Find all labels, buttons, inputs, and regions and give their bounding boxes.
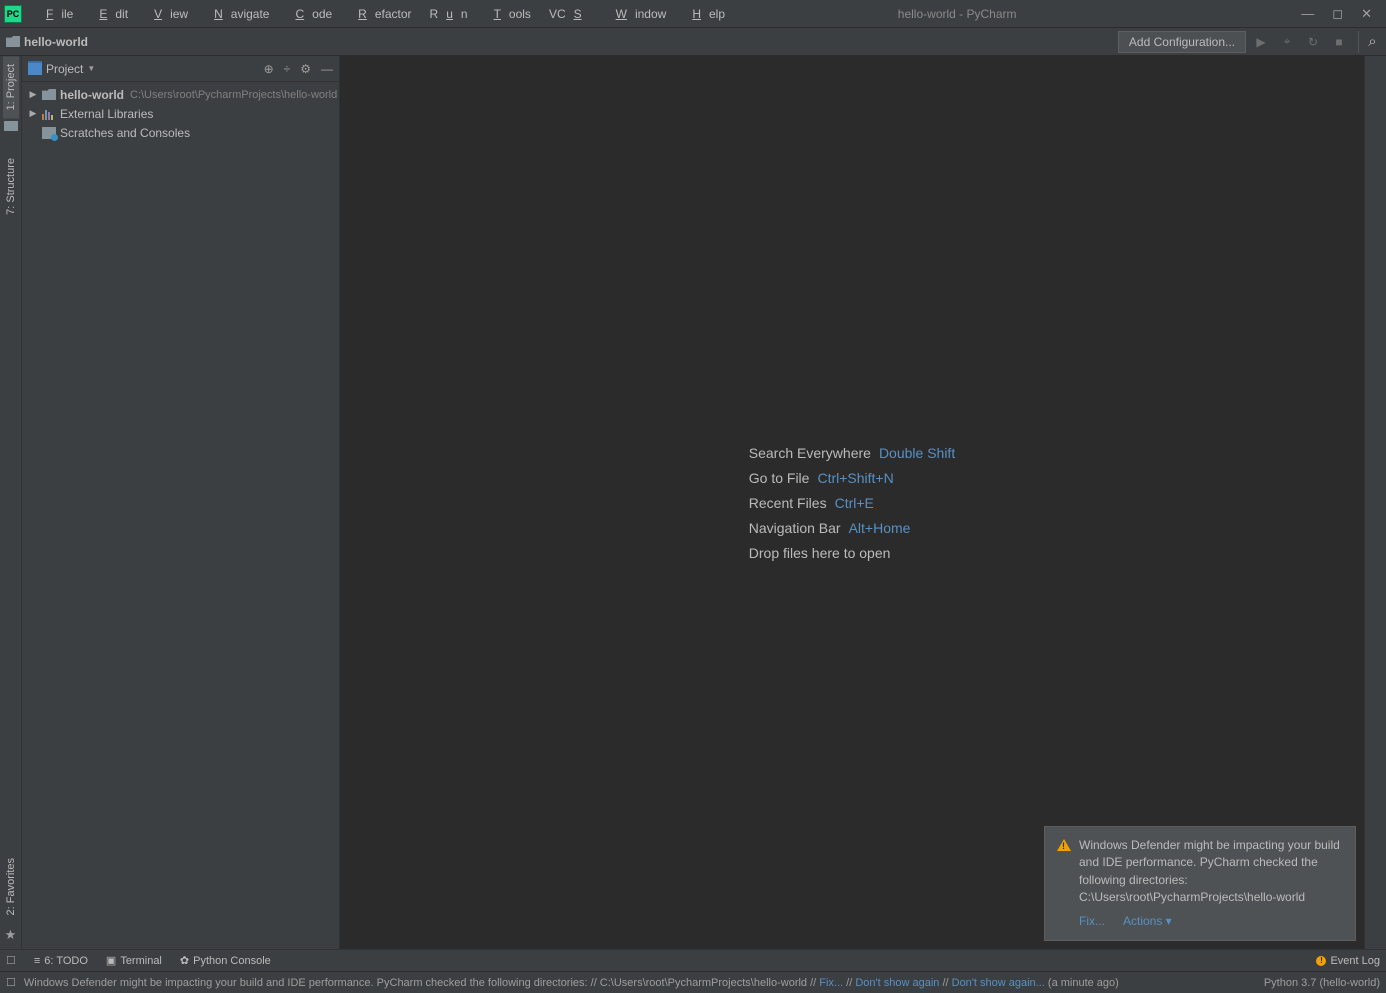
minimize-button[interactable]: — bbox=[1301, 6, 1314, 22]
tree-scratches-label: Scratches and Consoles bbox=[60, 126, 190, 140]
menu-view[interactable]: View bbox=[138, 4, 196, 24]
nav-toolbar: hello-world Add Configuration... ▶ ⌖ ↻ ■… bbox=[0, 28, 1386, 56]
debug-icon[interactable]: ⌖ bbox=[1276, 31, 1298, 53]
breadcrumb[interactable]: hello-world bbox=[6, 35, 88, 49]
tab-event-log[interactable]: Event Log bbox=[1330, 955, 1380, 967]
folder-stripe-icon bbox=[4, 118, 18, 132]
stop-icon[interactable]: ■ bbox=[1328, 31, 1350, 53]
libraries-icon bbox=[42, 108, 56, 120]
notification-fix-link[interactable]: Fix... bbox=[1079, 913, 1105, 930]
statusbar-interpreter[interactable]: Python 3.7 (hello-world) bbox=[1264, 977, 1380, 989]
star-icon: ★ bbox=[3, 927, 19, 943]
chevron-down-icon[interactable]: ▼ bbox=[87, 64, 95, 73]
hint-label: Drop files here to open bbox=[749, 545, 891, 561]
close-button[interactable]: ✕ bbox=[1361, 6, 1372, 22]
titlebar: PC File Edit View Navigate Code Refactor… bbox=[0, 0, 1386, 28]
tree-scratches[interactable]: Scratches and Consoles bbox=[22, 123, 339, 142]
breadcrumb-label: hello-world bbox=[24, 35, 88, 49]
menu-refactor[interactable]: Refactor bbox=[342, 4, 419, 24]
menu-run[interactable]: Run bbox=[422, 4, 476, 24]
tab-structure[interactable]: 7: Structure bbox=[3, 150, 19, 223]
bottom-tool-tabs: ☐ ≡6: TODO ▣Terminal ✿Python Console ! E… bbox=[0, 949, 1386, 971]
editor-area[interactable]: Search Everywhere Double Shift Go to File… bbox=[340, 56, 1364, 949]
scratches-icon bbox=[42, 127, 56, 139]
hint-label: Navigation Bar bbox=[749, 520, 841, 536]
maximize-button[interactable]: ◻ bbox=[1332, 6, 1343, 22]
tree-external-label: External Libraries bbox=[60, 107, 153, 121]
window-title: hello-world - PyCharm bbox=[733, 7, 1301, 21]
tab-project[interactable]: 1: Project bbox=[3, 56, 19, 118]
statusbar: ☐ Windows Defender might be impacting yo… bbox=[0, 971, 1386, 993]
tool-window-icon[interactable]: ☐ bbox=[6, 954, 16, 967]
tree-root-label: hello-world bbox=[60, 88, 124, 102]
hint-label: Go to File bbox=[749, 470, 810, 486]
notification-actions-link[interactable]: Actions ▾ bbox=[1123, 913, 1172, 930]
folder-icon bbox=[6, 36, 20, 47]
statusbar-icon[interactable]: ☐ bbox=[6, 976, 16, 989]
menu-file[interactable]: File bbox=[30, 4, 81, 24]
statusbar-fix-link[interactable]: Fix... bbox=[819, 977, 843, 989]
hint-label: Search Everywhere bbox=[749, 445, 871, 461]
add-configuration-button[interactable]: Add Configuration... bbox=[1118, 31, 1246, 53]
menu-vcs[interactable]: VCS bbox=[541, 4, 598, 24]
run-icon[interactable]: ▶ bbox=[1250, 31, 1272, 53]
hide-icon[interactable]: — bbox=[321, 62, 333, 76]
tree-root[interactable]: ▶ hello-world C:\Users\root\PycharmProje… bbox=[22, 85, 339, 104]
editor-hints: Search Everywhere Double Shift Go to File… bbox=[749, 436, 955, 570]
locate-icon[interactable]: ⊕ bbox=[264, 62, 274, 76]
project-view-icon bbox=[28, 63, 42, 75]
gear-icon[interactable]: ⚙ bbox=[300, 62, 311, 76]
hint-label: Recent Files bbox=[749, 495, 827, 511]
collapse-icon[interactable]: ÷ bbox=[284, 62, 291, 76]
project-panel: Project ▼ ⊕ ÷ ⚙ — ▶ hello-world C:\Users… bbox=[22, 56, 340, 949]
coverage-icon[interactable]: ↻ bbox=[1302, 31, 1324, 53]
panel-title[interactable]: Project bbox=[46, 62, 83, 76]
warning-icon bbox=[1057, 839, 1071, 851]
menu-edit[interactable]: Edit bbox=[83, 4, 136, 24]
menu-code[interactable]: Code bbox=[279, 4, 340, 24]
right-stripe bbox=[1364, 56, 1386, 949]
tab-todo[interactable]: ≡6: TODO bbox=[34, 955, 88, 967]
statusbar-message: Windows Defender might be impacting your… bbox=[24, 977, 1256, 989]
statusbar-dont-show-link-2[interactable]: Don't show again... bbox=[952, 977, 1045, 989]
menu-navigate[interactable]: Navigate bbox=[198, 4, 277, 24]
pycharm-icon: PC bbox=[4, 5, 22, 23]
tab-python-console[interactable]: ✿Python Console bbox=[180, 954, 271, 967]
expand-arrow-icon[interactable]: ▶ bbox=[28, 89, 38, 100]
notification: Windows Defender might be impacting your… bbox=[1044, 826, 1356, 941]
expand-arrow-icon[interactable]: ▶ bbox=[28, 108, 38, 119]
search-icon[interactable]: ⌕ bbox=[1358, 31, 1380, 53]
tab-terminal[interactable]: ▣Terminal bbox=[106, 954, 162, 967]
event-indicator-icon: ! bbox=[1316, 956, 1326, 966]
menu-window[interactable]: Window bbox=[600, 4, 675, 24]
tree-root-path: C:\Users\root\PycharmProjects\hello-worl… bbox=[130, 89, 337, 101]
notification-path: C:\Users\root\PycharmProjects\hello-worl… bbox=[1079, 890, 1305, 904]
project-tree: ▶ hello-world C:\Users\root\PycharmProje… bbox=[22, 82, 339, 145]
tree-external-libraries[interactable]: ▶ External Libraries bbox=[22, 104, 339, 123]
left-stripe: 1: Project 7: Structure 2: Favorites ★ bbox=[0, 56, 22, 949]
statusbar-dont-show-link[interactable]: Don't show again bbox=[855, 977, 939, 989]
menubar: File Edit View Navigate Code Refactor Ru… bbox=[30, 4, 733, 24]
notification-text: Windows Defender might be impacting your… bbox=[1079, 838, 1340, 887]
hint-key: Ctrl+Shift+N bbox=[817, 470, 893, 486]
tab-favorites[interactable]: 2: Favorites bbox=[3, 850, 19, 923]
menu-help[interactable]: Help bbox=[676, 4, 733, 24]
hint-key: Ctrl+E bbox=[835, 495, 874, 511]
hint-key: Double Shift bbox=[879, 445, 955, 461]
menu-tools[interactable]: Tools bbox=[478, 4, 539, 24]
hint-key: Alt+Home bbox=[849, 520, 911, 536]
folder-icon bbox=[42, 89, 56, 100]
